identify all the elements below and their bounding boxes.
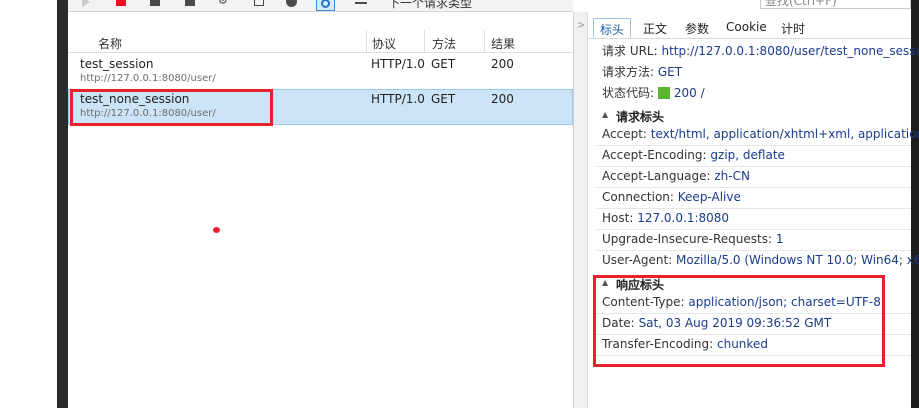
row-divider — [596, 208, 911, 209]
request-method: GET — [431, 92, 456, 106]
column-header-method[interactable]: 方法 — [432, 35, 456, 52]
field-key: Accept-Encoding: — [602, 148, 707, 162]
content-type-filter[interactable]: 下一个请求类型 — [388, 0, 472, 11]
column-divider[interactable] — [424, 30, 425, 53]
header-row: Connection: Keep-Alive — [602, 190, 741, 204]
field-value: Keep-Alive — [677, 190, 741, 204]
stop-record-icon[interactable] — [116, 0, 126, 6]
request-result: 200 — [491, 57, 514, 71]
field-value: text/html, application/xhtml+xml, applic… — [650, 127, 919, 141]
request-row[interactable]: test_session http://127.0.0.1:8080/user/… — [68, 54, 573, 90]
always-refresh-toggle[interactable] — [316, 0, 335, 11]
desktop-left-margin — [0, 0, 57, 408]
field-key: Accept-Language: — [602, 169, 711, 183]
field-value: http://127.0.0.1:8080/user/test_none_ses… — [661, 44, 919, 58]
search-input[interactable]: 查找(Ctrl+F) — [760, 0, 911, 9]
field-key: Host: — [602, 211, 634, 225]
field-key: 状态代码: — [602, 86, 655, 100]
request-headers-section[interactable]: ▲ 请求标头 — [588, 107, 911, 126]
clear-icon[interactable] — [185, 0, 195, 6]
window-right-border — [911, 0, 919, 408]
field-value: 1 — [775, 232, 784, 246]
tab-timing[interactable]: 计时 — [775, 18, 811, 38]
field-value: 200 / — [673, 86, 705, 100]
field-value: 127.0.0.1:8080 — [637, 211, 730, 225]
field-key: Upgrade-Insecure-Requests: — [602, 232, 773, 246]
row-divider — [596, 229, 911, 230]
play-icon[interactable] — [82, 0, 90, 7]
header-row: Accept-Encoding: gzip, deflate — [602, 148, 785, 162]
request-name: test_session — [80, 57, 154, 71]
status-ok-icon — [657, 87, 670, 99]
request-url: http://127.0.0.1:8080/user/ — [80, 73, 216, 84]
collapse-chevron-icon[interactable]: > — [577, 20, 585, 31]
tab-parameters[interactable]: 参数 — [679, 18, 715, 38]
annotation-box — [593, 275, 885, 367]
column-header-protocol[interactable]: 协议 — [372, 35, 396, 52]
field-key: 请求 URL: — [602, 44, 658, 58]
header-row: User-Agent: Mozilla/5.0 (Windows NT 10.0… — [602, 253, 919, 267]
row-divider — [596, 187, 911, 188]
column-divider[interactable] — [484, 30, 485, 53]
request-protocol: HTTP/1.0 — [371, 92, 425, 106]
tab-cookie[interactable]: Cookie — [720, 18, 773, 38]
request-method-line: 请求方法: GET — [602, 63, 682, 80]
tab-body[interactable]: 正文 — [637, 18, 673, 38]
collapse-triangle-icon: ▲ — [602, 110, 609, 119]
header-row: Accept-Language: zh-CN — [602, 169, 750, 183]
throttle-icon[interactable] — [286, 0, 297, 7]
window-left-border — [57, 0, 68, 408]
request-protocol: HTTP/1.0 — [371, 57, 425, 71]
annotation-box — [70, 89, 273, 126]
request-method: GET — [431, 57, 456, 71]
status-code-line: 状态代码: 200 / — [602, 84, 705, 101]
export-icon[interactable] — [150, 0, 160, 6]
row-divider — [596, 166, 911, 167]
menu-icon[interactable] — [355, 2, 367, 4]
gear-icon[interactable]: ⚙ — [218, 0, 230, 7]
network-toolbar: ⚙ 下一个请求类型 — [68, 0, 573, 12]
refresh-icon — [321, 0, 330, 8]
field-value: zh-CN — [714, 169, 750, 183]
header-row: Host: 127.0.0.1:8080 — [602, 211, 729, 225]
header-row: Accept: text/html, application/xhtml+xml… — [602, 127, 919, 141]
request-result: 200 — [491, 92, 514, 106]
section-title: 请求标头 — [616, 110, 665, 124]
field-key: Connection: — [602, 190, 674, 204]
field-key: User-Agent: — [602, 253, 673, 267]
field-key: Accept: — [602, 127, 647, 141]
column-divider[interactable] — [366, 30, 367, 53]
request-list-header: 名称 协议 方法 结果 — [68, 30, 573, 53]
request-url-line: 请求 URL: http://127.0.0.1:8080/user/test_… — [602, 42, 919, 59]
column-header-name[interactable]: 名称 — [98, 35, 122, 52]
file-icon[interactable] — [254, 0, 264, 6]
row-divider — [596, 250, 911, 251]
field-key: 请求方法: — [602, 65, 655, 79]
field-value: Mozilla/5.0 (Windows NT 10.0; Win64; x64… — [676, 253, 919, 267]
row-divider — [596, 145, 911, 146]
annotation-dot — [213, 227, 220, 233]
field-value: gzip, deflate — [710, 148, 785, 162]
pane-splitter[interactable]: > — [573, 12, 588, 408]
column-header-result[interactable]: 结果 — [491, 35, 515, 52]
header-row: Upgrade-Insecure-Requests: 1 — [602, 232, 784, 246]
field-value: GET — [657, 65, 683, 79]
tab-headers[interactable]: 标头 — [593, 18, 632, 38]
